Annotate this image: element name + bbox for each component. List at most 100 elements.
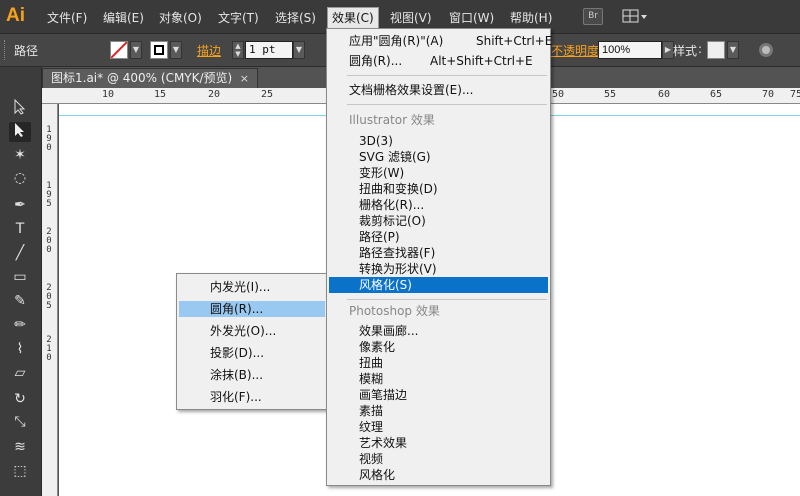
width-tool-icon[interactable]: ≋: [9, 437, 31, 457]
submenu-outer-glow[interactable]: 外发光(O)...: [210, 323, 276, 339]
stroke-weight-field[interactable]: 1 pt: [245, 41, 293, 59]
ps-effect-stylize[interactable]: 风格化: [359, 467, 395, 483]
stroke-weight-dropdown[interactable]: ▼: [293, 41, 305, 59]
ruler-label: 195: [46, 181, 52, 209]
workspace-switcher-button[interactable]: [622, 8, 648, 25]
effect-item-crop-marks[interactable]: 裁剪标记(O): [359, 213, 426, 229]
ps-effect-gallery[interactable]: 效果画廊...: [359, 323, 418, 339]
workspace-icon: [622, 9, 647, 23]
rotate-tool-icon[interactable]: ↻: [9, 389, 31, 409]
ruler-label: 25: [261, 89, 274, 100]
fill-swatch[interactable]: [110, 41, 128, 59]
ps-effect-texture[interactable]: 纹理: [359, 419, 383, 435]
stroke-icon: [154, 45, 164, 55]
free-transform-tool-icon[interactable]: ⬚: [9, 461, 31, 481]
vertical-ruler: 190 195 200 205 210: [42, 104, 58, 496]
menu-separator: [347, 104, 547, 105]
stroke-dropdown[interactable]: ▼: [170, 41, 182, 59]
rectangle-tool-icon[interactable]: ▭: [9, 267, 31, 287]
panel-grip: [4, 40, 7, 60]
tools-panel: ✶ ◌ ✒ T ╱ ▭ ✎ ✏ ⌇ ▱ ↻ ⤡ ≋ ⬚: [0, 67, 42, 496]
type-tool-icon[interactable]: T: [9, 219, 31, 239]
ruler-label: 60: [658, 89, 671, 100]
effect-item-stylize[interactable]: 风格化(S): [329, 277, 548, 293]
menu-separator: [347, 299, 547, 300]
line-segment-tool-icon[interactable]: ╱: [9, 243, 31, 263]
scale-tool-icon[interactable]: ⤡: [9, 412, 31, 432]
stroke-weight-stepper[interactable]: ▲ ▼: [232, 41, 244, 59]
menu-view[interactable]: 视图(V): [390, 8, 432, 28]
ruler-label: 50: [552, 89, 565, 100]
submenu-drop-shadow[interactable]: 投影(D)...: [210, 345, 264, 361]
effect-item-pathfinder[interactable]: 路径查找器(F): [359, 245, 435, 261]
eraser-tool-icon[interactable]: ▱: [9, 363, 31, 383]
photoshop-effects-header: Photoshop 效果: [349, 304, 440, 318]
submenu-feather[interactable]: 羽化(F)...: [210, 389, 262, 405]
document-tab-title: 图标1.ai* @ 400% (CMYK/预览): [51, 71, 233, 85]
ps-effect-artistic[interactable]: 艺术效果: [359, 435, 407, 451]
apply-last-effect-label: 应用"圆角(R)"(A): [349, 34, 444, 48]
menu-effect[interactable]: 效果(C): [327, 7, 379, 29]
menu-separator: [347, 75, 547, 76]
effect-item-path[interactable]: 路径(P): [359, 229, 400, 245]
ps-effect-blur[interactable]: 模糊: [359, 371, 383, 387]
menu-type[interactable]: 文字(T): [218, 8, 259, 28]
ruler-label: 210: [46, 335, 52, 363]
lasso-tool-icon[interactable]: ◌: [9, 168, 31, 188]
document-setup-icon[interactable]: [759, 43, 773, 57]
ruler-label: 205: [46, 283, 52, 311]
graphic-style-swatch[interactable]: [707, 41, 725, 59]
graphic-style-dropdown[interactable]: ▼: [727, 41, 739, 59]
last-effect-item[interactable]: 圆角(R)... Alt+Shift+Ctrl+E: [349, 53, 549, 69]
effect-item-convert-to-shape[interactable]: 转换为形状(V): [359, 261, 437, 277]
document-tab[interactable]: 图标1.ai* @ 400% (CMYK/预览) ×: [42, 68, 258, 88]
menu-window[interactable]: 窗口(W): [449, 8, 494, 28]
no-fill-icon: [110, 41, 128, 59]
ruler-label: 190: [46, 125, 52, 153]
effect-item-3d[interactable]: 3D(3): [359, 133, 393, 149]
submenu-round-corners[interactable]: 圆角(R)...: [179, 301, 325, 317]
effect-item-warp[interactable]: 变形(W): [359, 165, 404, 181]
effect-menu-dropdown: 应用"圆角(R)"(A) Shift+Ctrl+E 圆角(R)... Alt+S…: [326, 28, 553, 486]
effect-item-svg-filters[interactable]: SVG 滤镜(G): [359, 149, 431, 165]
apply-last-effect-shortcut: Shift+Ctrl+E: [476, 34, 553, 48]
ps-effect-video[interactable]: 视频: [359, 451, 383, 467]
ps-effect-distort[interactable]: 扭曲: [359, 355, 383, 371]
magic-wand-tool-icon[interactable]: ✶: [9, 145, 31, 165]
effect-item-rasterize[interactable]: 栅格化(R)...: [359, 197, 424, 213]
illustrator-effects-header: Illustrator 效果: [349, 113, 435, 127]
paintbrush-tool-icon[interactable]: ✎: [9, 291, 31, 311]
pen-tool-icon[interactable]: ✒: [9, 195, 31, 215]
stroke-swatch[interactable]: [150, 41, 168, 59]
opacity-label[interactable]: 不透明度: [551, 42, 599, 59]
ps-effect-pixelate[interactable]: 像素化: [359, 339, 395, 355]
blob-brush-tool-icon[interactable]: ⌇: [9, 339, 31, 359]
effect-item-distort-transform[interactable]: 扭曲和变换(D): [359, 181, 438, 197]
submenu-scribble[interactable]: 涂抹(B)...: [210, 367, 263, 383]
menu-help[interactable]: 帮助(H): [510, 8, 552, 28]
opacity-field[interactable]: 100%: [598, 41, 662, 59]
submenu-inner-glow[interactable]: 内发光(I)...: [210, 279, 270, 295]
selection-type-label: 路径: [14, 44, 39, 58]
app-logo: Ai: [6, 5, 25, 26]
apply-last-effect-item[interactable]: 应用"圆角(R)"(A) Shift+Ctrl+E: [349, 33, 553, 49]
ruler-label: 10: [102, 89, 115, 100]
pencil-tool-icon[interactable]: ✏: [9, 315, 31, 335]
menu-edit[interactable]: 编辑(E): [103, 8, 144, 28]
ruler-label: 75: [790, 89, 800, 100]
menu-object[interactable]: 对象(O): [159, 8, 202, 28]
fill-dropdown[interactable]: ▼: [130, 41, 142, 59]
stylize-submenu: 内发光(I)... 圆角(R)... 外发光(O)... 投影(D)... 涂抹…: [176, 273, 328, 410]
menu-select[interactable]: 选择(S): [275, 8, 316, 28]
last-effect-label: 圆角(R)...: [349, 54, 403, 68]
stroke-label[interactable]: 描边: [197, 42, 221, 59]
menu-file[interactable]: 文件(F): [47, 8, 87, 28]
bridge-button[interactable]: Br: [583, 8, 603, 25]
ps-effect-brush-strokes[interactable]: 画笔描边: [359, 387, 407, 403]
close-icon[interactable]: ×: [240, 69, 249, 88]
raster-effects-settings-item[interactable]: 文档栅格效果设置(E)...: [349, 82, 473, 98]
selection-tool-icon[interactable]: [9, 98, 31, 119]
direct-selection-tool-icon[interactable]: [9, 122, 31, 142]
ruler-label: 55: [604, 89, 617, 100]
ps-effect-sketch[interactable]: 素描: [359, 403, 383, 419]
